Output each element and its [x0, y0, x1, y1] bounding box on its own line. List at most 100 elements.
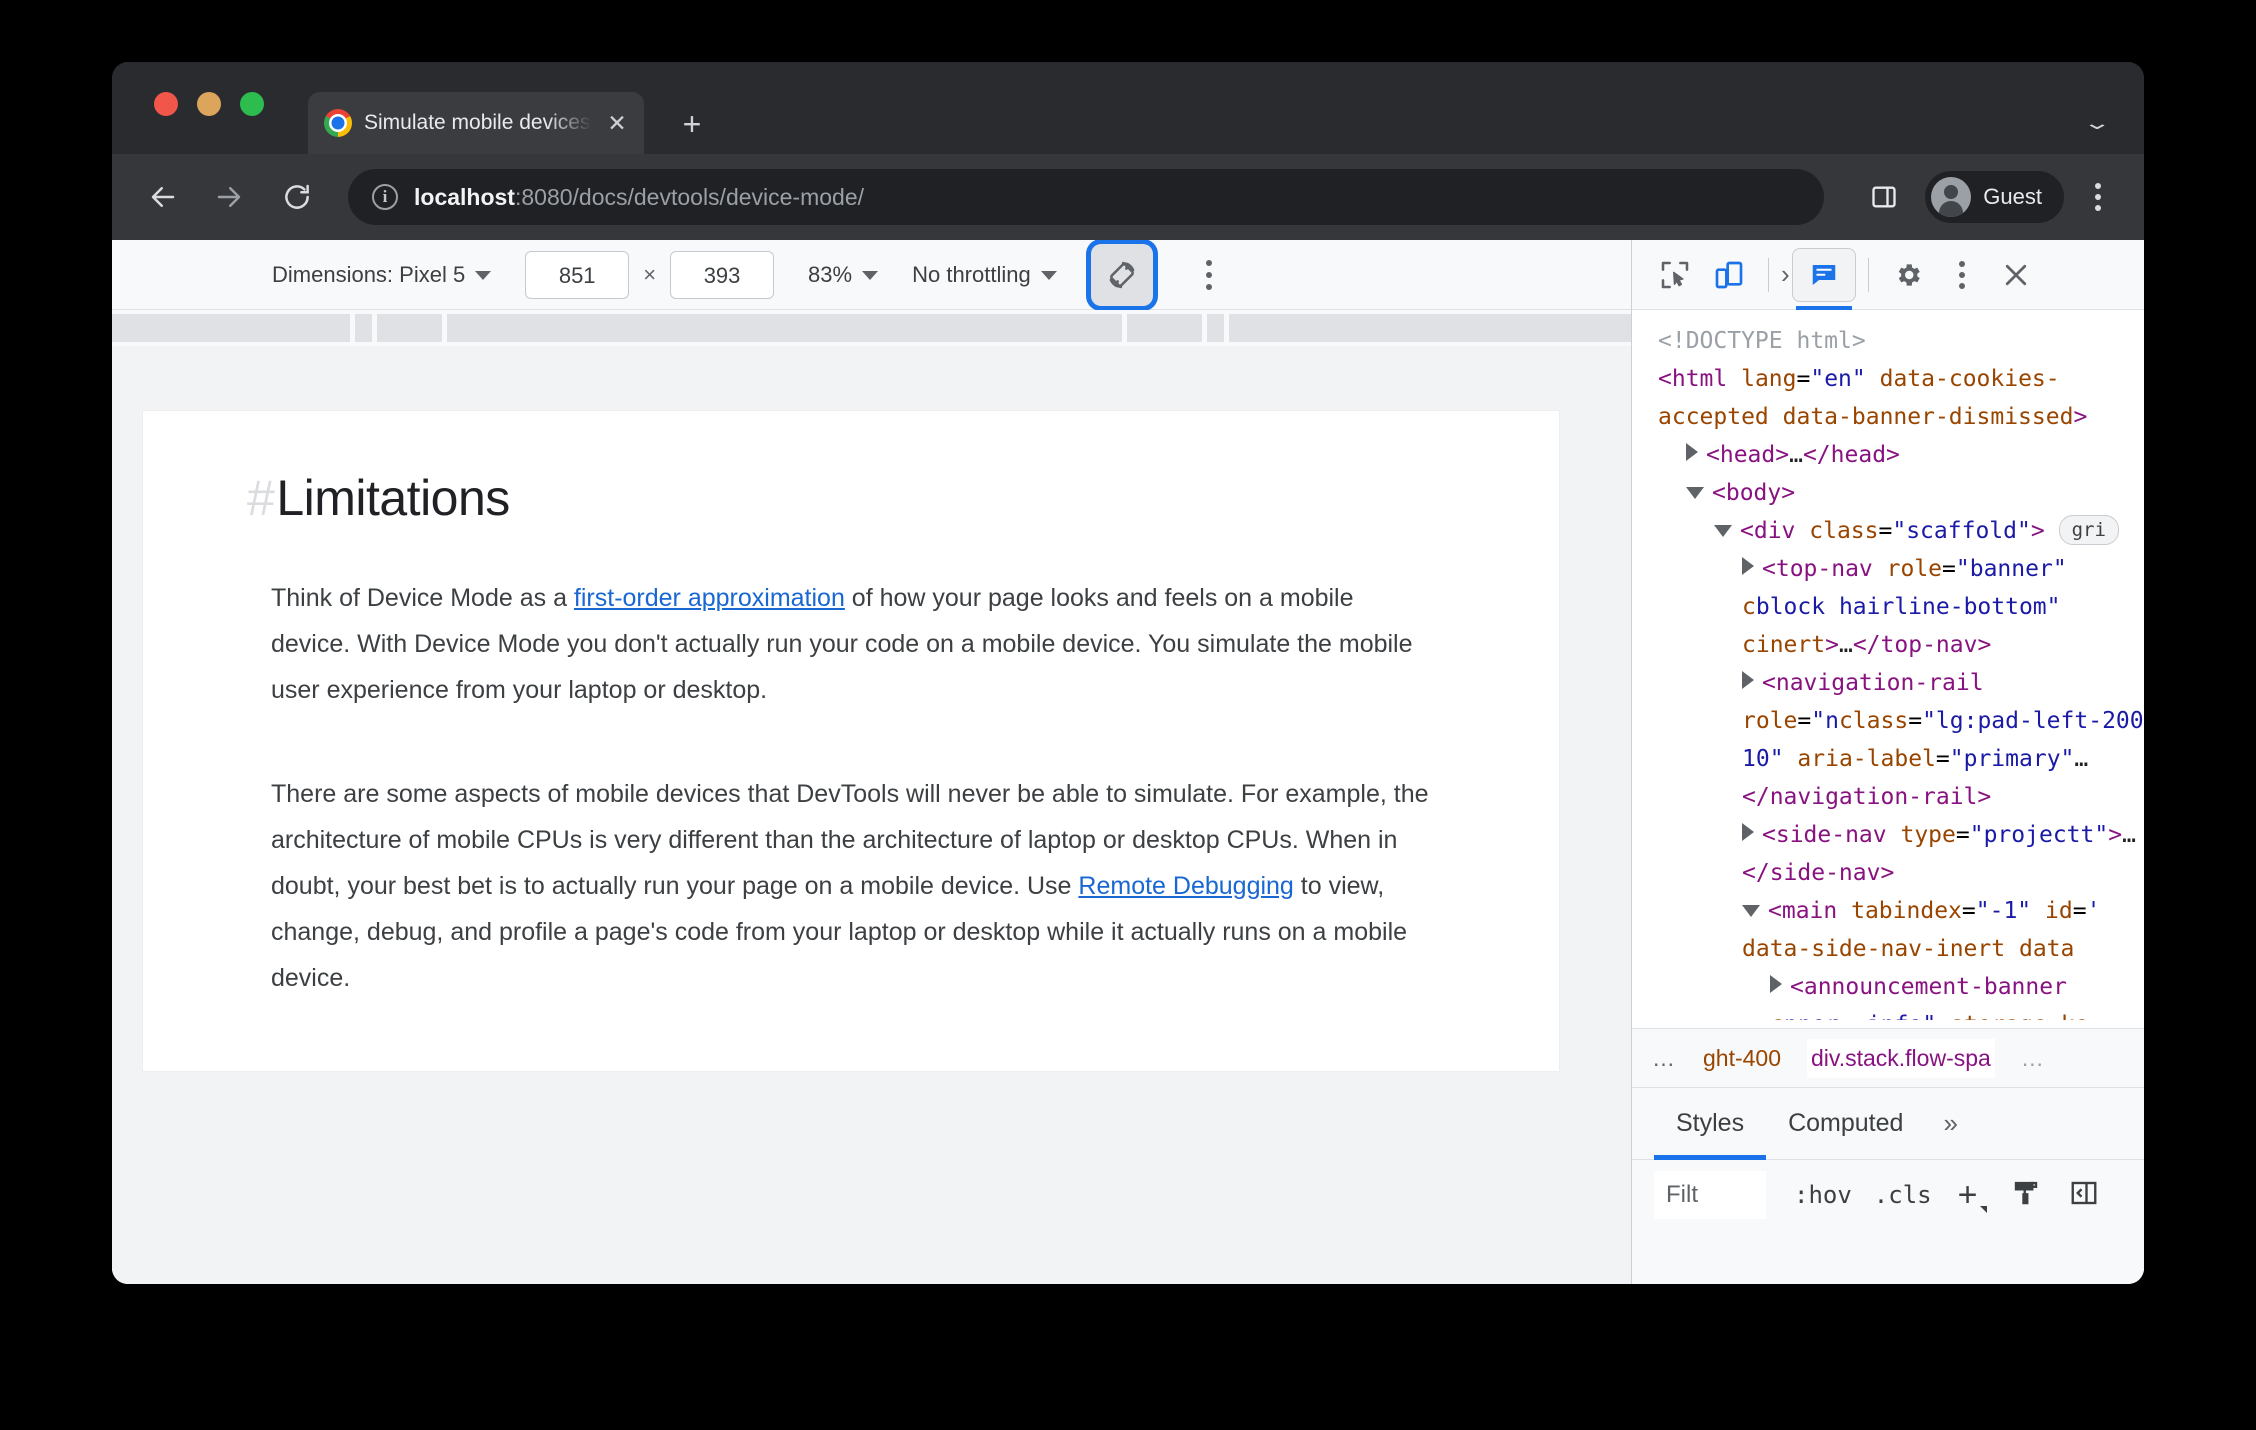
devtools-more-options-icon[interactable]	[1935, 248, 1989, 302]
tab-console[interactable]	[1791, 247, 1856, 311]
chevron-down-icon[interactable]: ⌄	[2082, 112, 2112, 134]
zoom-selector-label: 83%	[808, 261, 853, 287]
height-input[interactable]: 393	[670, 250, 775, 299]
chrome-logo-icon	[324, 109, 352, 137]
browser-toolbar: i localhost:8080/docs/devtools/device-mo…	[112, 154, 2144, 240]
cls-button[interactable]: .cls	[1874, 1181, 1932, 1209]
breadcrumb-item-1[interactable]: div.stack.flow-spa	[1807, 1038, 1995, 1078]
close-tab-icon[interactable]: ✕	[604, 111, 630, 135]
maximize-window-button[interactable]	[240, 92, 264, 116]
dock-to-left-icon[interactable]	[2069, 1178, 2099, 1213]
ruler-tick	[1122, 314, 1127, 342]
dom-node-line[interactable]: <body>	[1658, 474, 2144, 512]
dom-node-line[interactable]: <!DOCTYPE html>	[1658, 322, 2144, 360]
site-info-icon[interactable]: i	[372, 184, 398, 210]
inspect-element-icon[interactable]	[1648, 248, 1702, 302]
viewport-ruler	[112, 310, 1631, 346]
ruler-tick	[350, 314, 355, 342]
close-window-button[interactable]	[154, 92, 178, 116]
dom-node-line[interactable]: <div class="scaffold"> gri	[1658, 512, 2144, 550]
browser-menu-icon[interactable]	[2076, 183, 2120, 211]
styles-tab-bar: Styles Computed »	[1632, 1088, 2144, 1160]
zoom-selector[interactable]: 83%	[808, 261, 879, 288]
ruler-tick	[442, 314, 447, 342]
device-selector-label: Dimensions: Pixel 5	[272, 261, 466, 287]
tab-strip: Simulate mobile devices with D ✕ + ⌄	[112, 62, 2144, 154]
profile-name: Guest	[1983, 184, 2042, 209]
chevron-down-icon	[862, 271, 879, 281]
forward-button[interactable]	[202, 170, 256, 224]
device-selector[interactable]: Dimensions: Pixel 5	[272, 261, 492, 288]
dom-tree[interactable]: <!DOCTYPE html> <html lang="en" data-cook…	[1632, 310, 2144, 1020]
side-panel-icon[interactable]	[1861, 174, 1907, 220]
new-tab-button[interactable]: +	[672, 108, 712, 140]
page-title: #Limitations	[247, 469, 1431, 527]
device-mode-pane: Dimensions: Pixel 5 851 × 393 83% No thr…	[112, 240, 1632, 1284]
breadcrumb-overflow-left[interactable]: …	[1652, 1045, 1677, 1072]
toolbar-divider	[1768, 257, 1769, 292]
width-input[interactable]: 851	[525, 250, 630, 299]
dom-node-line[interactable]: <main tabindex="-1" id=' data-side-nav-i…	[1658, 892, 2144, 968]
breadcrumb-item-0[interactable]: ght-400	[1703, 1045, 1781, 1072]
dom-node-line[interactable]: <top-nav role="banner" cblock hairline-b…	[1658, 550, 2144, 664]
dom-node-line[interactable]: <announcement-banner cnner--info" storag…	[1658, 968, 2144, 1020]
expand-arrow-icon[interactable]	[1742, 823, 1754, 841]
chevron-right-icon[interactable]: ›	[1781, 259, 1790, 290]
page-title-text: Limitations	[276, 470, 510, 526]
dom-node-line[interactable]: <head>…</head>	[1658, 436, 2144, 474]
profile-button[interactable]: Guest	[1925, 171, 2064, 223]
window-content: Dimensions: Pixel 5 851 × 393 83% No thr…	[112, 240, 2144, 1284]
gear-icon[interactable]	[1881, 248, 1935, 302]
back-button[interactable]	[136, 170, 190, 224]
url-path: :8080/docs/devtools/device-mode/	[514, 183, 865, 210]
toolbar-divider	[1867, 257, 1869, 292]
expand-arrow-icon[interactable]	[1742, 671, 1754, 689]
expand-arrow-icon[interactable]	[1770, 975, 1782, 993]
url-text: localhost:8080/docs/devtools/device-mode…	[414, 184, 864, 211]
avatar	[1931, 177, 1972, 217]
dom-node-line[interactable]: <side-nav type="projectt">…</side-nav>	[1658, 816, 2144, 892]
collapse-arrow-icon[interactable]	[1714, 525, 1732, 537]
styles-pane: Styles Computed » Filt :hov .cls +	[1632, 1088, 2144, 1284]
heading-anchor-hash[interactable]: #	[247, 470, 275, 526]
remote-debugging-link[interactable]: Remote Debugging	[1078, 872, 1293, 900]
breadcrumb-overflow-right[interactable]: …	[2021, 1045, 2046, 1072]
breadcrumb: … ght-400 div.stack.flow-spa …	[1632, 1028, 2144, 1088]
minimize-window-button[interactable]	[197, 92, 221, 116]
dom-node-line[interactable]: <html lang="en" data-cookies-accepted da…	[1658, 360, 2144, 436]
toggle-device-toolbar-icon[interactable]	[1702, 248, 1756, 302]
computed-styles-sidebar-icon[interactable]	[2011, 1178, 2041, 1213]
paragraph-2: There are some aspects of mobile devices…	[271, 771, 1431, 1001]
url-host: localhost	[414, 183, 515, 210]
hov-button[interactable]: :hov	[1794, 1181, 1852, 1209]
close-devtools-icon[interactable]	[1989, 248, 2043, 302]
rotate-button[interactable]	[1090, 243, 1153, 306]
address-bar[interactable]: i localhost:8080/docs/devtools/device-mo…	[348, 169, 1824, 225]
expand-arrow-icon[interactable]	[1686, 443, 1698, 461]
expand-arrow-icon[interactable]	[1742, 557, 1754, 575]
styles-filter-input[interactable]: Filt	[1654, 1171, 1766, 1219]
device-more-options-icon[interactable]	[1187, 253, 1231, 297]
chevron-down-icon	[475, 271, 492, 281]
ruler-tick	[1224, 314, 1229, 342]
first-order-approximation-link[interactable]: first-order approximation	[574, 584, 845, 612]
devtools-pane: › <!DOCTYPE html> <html lang="en" data-c…	[1632, 240, 2144, 1284]
tab-styles[interactable]: Styles	[1654, 1088, 1767, 1160]
browser-window: Simulate mobile devices with D ✕ + ⌄ i l…	[112, 62, 2144, 1284]
browser-tab[interactable]: Simulate mobile devices with D ✕	[308, 92, 644, 154]
paragraph-1-before: Think of Device Mode as a	[271, 584, 574, 612]
dom-node-line[interactable]: <navigation-rail role="nclass="lg:pad-le…	[1658, 664, 2144, 816]
reload-button[interactable]	[270, 170, 324, 224]
more-tabs-icon[interactable]: »	[1925, 1108, 1975, 1139]
ruler-tick	[372, 314, 377, 342]
dimensions-multiply-symbol: ×	[643, 261, 657, 287]
chevron-down-icon	[1040, 271, 1057, 281]
device-mode-toolbar: Dimensions: Pixel 5 851 × 393 83% No thr…	[112, 240, 1631, 310]
throttling-selector[interactable]: No throttling	[912, 262, 1057, 288]
collapse-arrow-icon[interactable]	[1686, 487, 1704, 499]
new-style-rule-button[interactable]: +	[1958, 1176, 1988, 1215]
tab-computed[interactable]: Computed	[1766, 1088, 1925, 1160]
collapse-arrow-icon[interactable]	[1742, 905, 1760, 917]
rendered-page: #Limitations Think of Device Mode as a f…	[142, 410, 1560, 1072]
devtools-toolbar: ›	[1632, 240, 2144, 311]
